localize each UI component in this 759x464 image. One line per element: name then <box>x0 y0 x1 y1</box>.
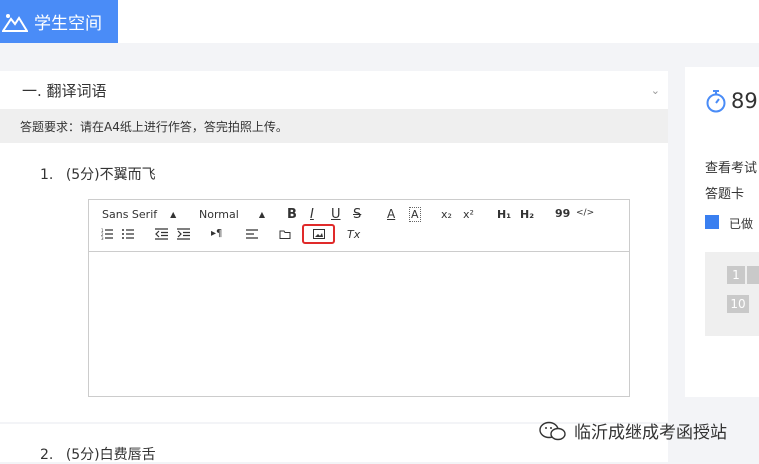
section-title: 一. 翻译词语 <box>22 81 107 100</box>
question-number: 1. <box>40 167 54 183</box>
font-select[interactable]: Sans Serif ▲ <box>102 208 176 221</box>
answer-cell[interactable] <box>747 266 759 284</box>
answer-cell[interactable]: 10 <box>727 295 749 313</box>
select-arrows-icon: ▲ <box>170 210 177 219</box>
wechat-icon <box>539 421 566 440</box>
question-number: 2. <box>40 447 54 463</box>
clear-format-button[interactable]: Tx <box>347 228 360 241</box>
app-logo[interactable]: 学生空间 <box>0 0 118 43</box>
ordered-list-icon[interactable]: 123 <box>101 228 113 240</box>
italic-button[interactable]: I <box>310 207 314 222</box>
size-select[interactable]: Normal ▲ <box>199 208 265 221</box>
right-sidebar: 89 查看考试 答题卡 已做 1 10 <box>685 67 759 397</box>
indent-icon[interactable] <box>177 228 190 240</box>
blockquote-button[interactable]: 99 <box>555 207 570 220</box>
text-direction-button[interactable]: ▸¶ <box>211 228 222 239</box>
editor-toolbar: Sans Serif ▲ Normal ▲ B I U S A A x₂ x² … <box>89 200 629 252</box>
select-arrows-icon: ▲ <box>258 210 265 219</box>
answer-cell[interactable]: 1 <box>727 266 745 284</box>
main-panel: 一. 翻译词语 ⌄ 答题要求：请在A4纸上进行作答，答完拍照上传。 1. (5分… <box>0 71 668 464</box>
section-header[interactable]: 一. 翻译词语 ⌄ <box>0 71 668 109</box>
question-2: 2. (5分)白费唇舌 <box>40 444 156 464</box>
top-bar: 学生空间 <box>0 0 759 43</box>
align-icon[interactable] <box>246 228 258 240</box>
mountain-logo-icon <box>2 13 28 32</box>
superscript-button[interactable]: x² <box>463 208 474 221</box>
app-title: 学生空间 <box>34 14 102 34</box>
bullet-list-icon[interactable] <box>122 228 134 240</box>
svg-text:3: 3 <box>101 236 104 240</box>
heading2-button[interactable]: H₂ <box>520 208 534 221</box>
done-legend-swatch <box>705 215 719 229</box>
color-button[interactable]: A <box>387 207 395 221</box>
background-color-button[interactable]: A <box>409 207 421 222</box>
answer-requirement: 答题要求：请在A4纸上进行作答，答完拍照上传。 <box>0 109 668 143</box>
underline-button[interactable]: U <box>331 207 341 222</box>
strike-button[interactable]: S <box>353 207 361 222</box>
watermark: 临沂成继成考函授站 <box>538 418 727 443</box>
font-select-value: Sans Serif <box>102 208 158 221</box>
bold-button[interactable]: B <box>287 207 297 222</box>
editor-content-area[interactable] <box>89 252 629 396</box>
question-1: 1. (5分)不翼而飞 <box>40 164 156 184</box>
answer-card-grid: 1 10 <box>705 252 759 336</box>
question-text: (5分)不翼而飞 <box>65 167 156 183</box>
stopwatch-icon <box>706 90 726 113</box>
image-icon <box>312 229 325 239</box>
timer-value: 89 <box>731 89 758 113</box>
done-legend-label: 已做 <box>729 217 754 231</box>
answer-card-title: 答题卡 <box>705 187 745 202</box>
subscript-button[interactable]: x₂ <box>441 208 452 221</box>
folder-icon[interactable] <box>279 228 291 240</box>
question-text: (5分)白费唇舌 <box>65 447 156 463</box>
countdown-timer: 89 <box>705 89 758 113</box>
watermark-text: 临沂成继成考函授站 <box>574 423 727 443</box>
size-select-value: Normal <box>199 208 239 221</box>
code-block-button[interactable]: </> <box>576 208 594 218</box>
chevron-down-icon[interactable]: ⌄ <box>651 84 660 97</box>
outdent-icon[interactable] <box>155 228 168 240</box>
image-upload-button[interactable] <box>302 224 335 244</box>
rich-text-editor: Sans Serif ▲ Normal ▲ B I U S A A x₂ x² … <box>88 199 630 397</box>
view-exam-link[interactable]: 查看考试 <box>705 157 757 176</box>
heading1-button[interactable]: H₁ <box>497 208 511 221</box>
